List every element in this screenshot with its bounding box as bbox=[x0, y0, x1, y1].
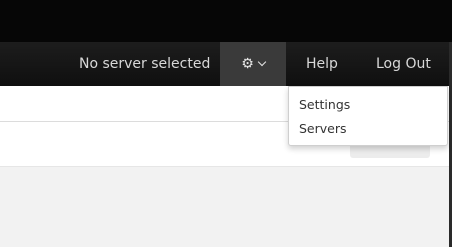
menu-item-servers[interactable]: Servers bbox=[299, 121, 347, 136]
top-bar bbox=[0, 0, 452, 42]
help-link[interactable]: Help bbox=[306, 42, 338, 86]
settings-dropdown-toggle[interactable]: ⚙ bbox=[220, 42, 286, 86]
settings-dropdown-menu: Settings Servers bbox=[288, 86, 448, 146]
menu-item-settings[interactable]: Settings bbox=[299, 97, 350, 112]
logout-link[interactable]: Log Out bbox=[376, 42, 431, 86]
gear-icon: ⚙ bbox=[241, 56, 254, 72]
navbar: No server selected ⚙ Help Log Out bbox=[0, 42, 452, 86]
content-bottom-border bbox=[0, 166, 452, 167]
server-status-label: No server selected bbox=[79, 56, 211, 72]
chevron-down-icon bbox=[257, 57, 267, 67]
